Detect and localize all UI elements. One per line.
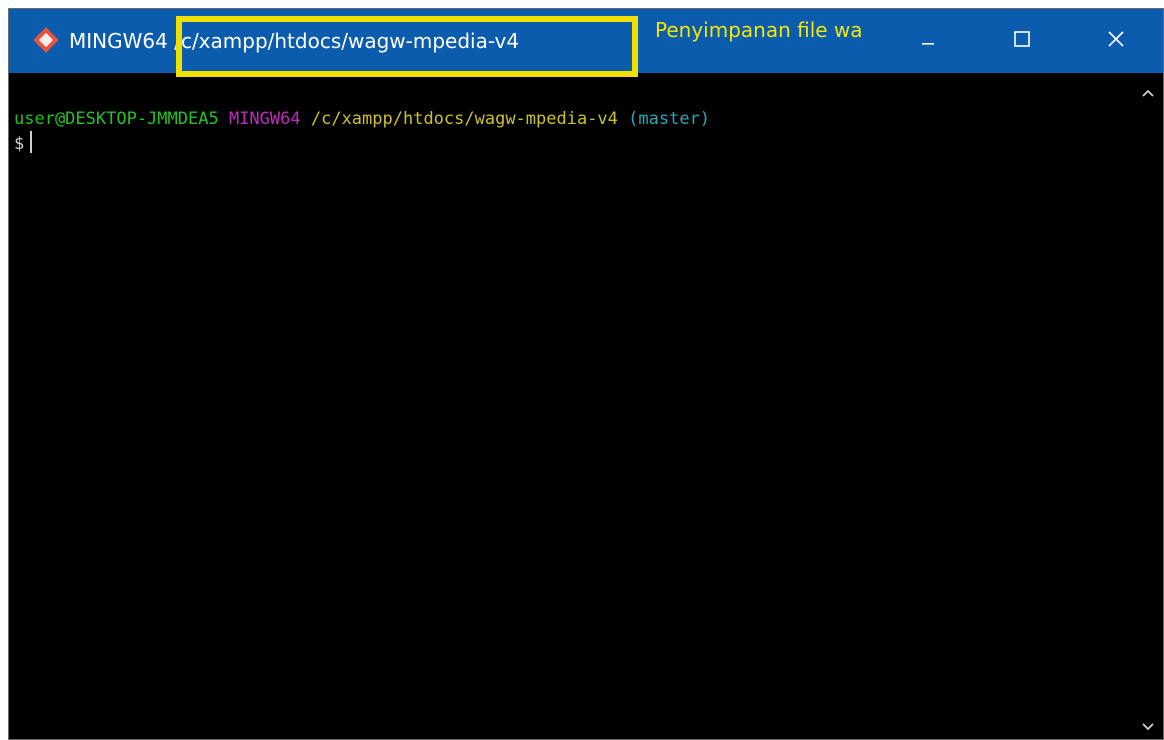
title-bar[interactable]: MINGW64 /c/xampp/htdocs/wagw-mpedia-v4 P…	[9, 9, 1163, 77]
close-button[interactable]	[1069, 9, 1163, 73]
annotation-text: Penyimpanan file wa	[655, 18, 863, 42]
minimize-button[interactable]	[881, 9, 975, 73]
window-controls	[881, 9, 1163, 73]
terminal-output[interactable]: user@DESKTOP-JMMDEA5 MINGW64 /c/xampp/ht…	[9, 73, 1135, 739]
prompt-info-line: user@DESKTOP-JMMDEA5 MINGW64 /c/xampp/ht…	[14, 107, 1135, 131]
maximize-button[interactable]	[975, 9, 1069, 73]
maximize-icon	[1013, 30, 1031, 52]
shell-name: MINGW64	[228, 109, 301, 129]
terminal-window: MINGW64 /c/xampp/htdocs/wagw-mpedia-v4 P…	[8, 8, 1164, 740]
chevron-up-icon	[1141, 85, 1155, 103]
input-line[interactable]: $	[14, 131, 1135, 156]
prompt-symbol: $	[14, 134, 25, 154]
current-directory: /c/xampp/htdocs/wagw-mpedia-v4	[310, 109, 618, 129]
git-diamond-icon	[33, 27, 59, 53]
scroll-down-button[interactable]	[1133, 715, 1163, 739]
git-branch: (master)	[628, 109, 711, 129]
user-host: user@DESKTOP-JMMDEA5	[14, 109, 219, 129]
text-cursor	[30, 131, 33, 153]
title-prefix: MINGW64	[69, 29, 175, 53]
vertical-scrollbar[interactable]	[1133, 73, 1163, 739]
close-icon	[1107, 30, 1125, 52]
title-path: /c/xampp/htdocs/wagw-mpedia-v4	[174, 29, 520, 53]
minimize-icon	[921, 32, 935, 51]
window-title: MINGW64 /c/xampp/htdocs/wagw-mpedia-v4	[69, 29, 519, 53]
chevron-down-icon	[1141, 719, 1155, 737]
scroll-up-button[interactable]	[1133, 81, 1163, 107]
